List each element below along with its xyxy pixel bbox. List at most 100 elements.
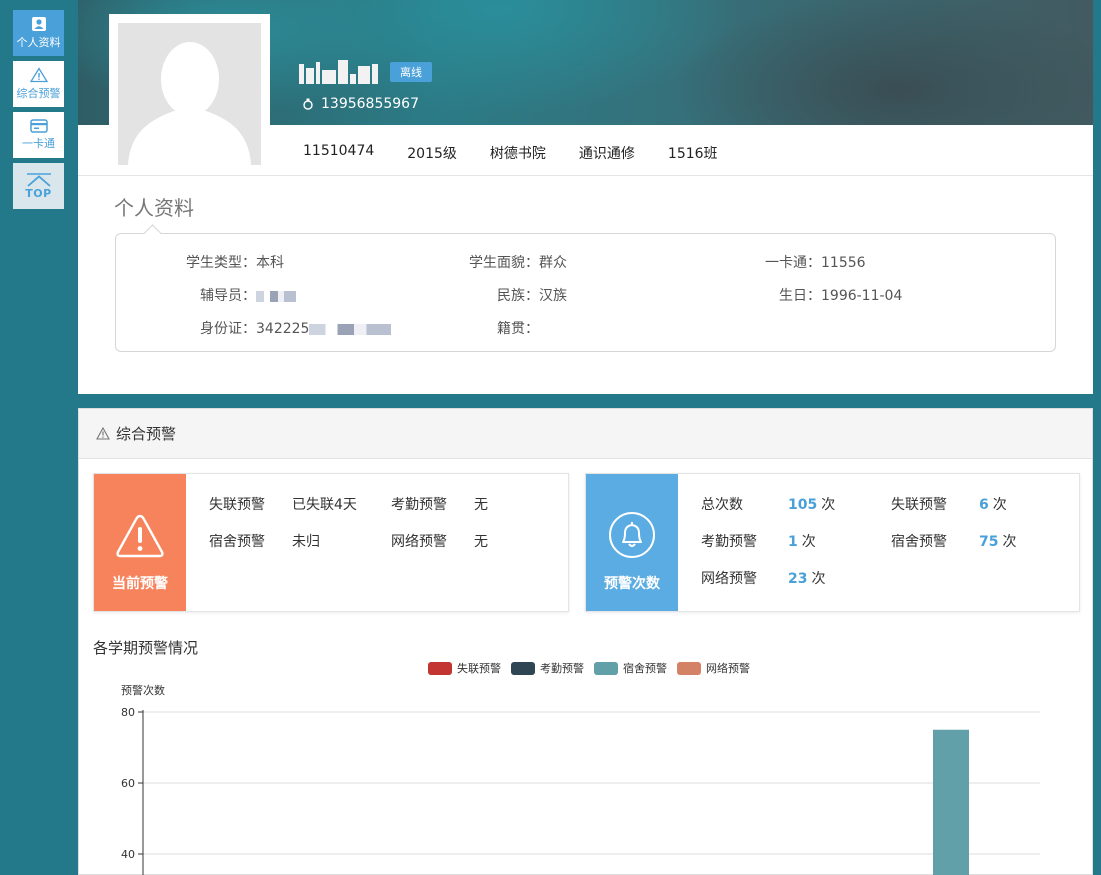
warning-triangle-icon (96, 427, 110, 440)
student-type-value: 本科 (256, 255, 284, 271)
political-label: 学生面貌： (469, 255, 539, 271)
nav-profile-label: 个人资料 (16, 36, 61, 49)
total-count-label: 总次数 (701, 497, 743, 513)
counselor-label: 辅导员： (200, 288, 256, 304)
bar-宿舍预警[interactable] (933, 729, 969, 875)
student-id: 11510474 (303, 143, 375, 159)
lost-contact-label: 失联预警 (209, 497, 265, 513)
bell-icon (609, 512, 655, 558)
dorm-count-field: 75 次 (979, 531, 1016, 551)
network-value: 无 (474, 534, 488, 550)
warning-triangle-icon (29, 67, 48, 83)
legend-item-lost-contact[interactable]: 失联预警 (428, 660, 501, 676)
y-axis-title: 预警次数 (121, 683, 165, 697)
unit: 次 (821, 497, 836, 513)
college: 树德书院 (489, 146, 546, 162)
dorm-label: 宿舍预警 (209, 534, 265, 550)
current-warning-label: 当前预警 (112, 576, 168, 592)
student-name-row: 离线 (299, 60, 432, 84)
legend-swatch (428, 661, 452, 675)
native-place-field: 籍贯： (497, 318, 539, 338)
id-card-field: 身份证：342225 (200, 318, 392, 338)
total-count-value: 105 (788, 497, 818, 513)
warning-count-tile: 预警次数 (586, 474, 678, 611)
default-avatar-icon (118, 23, 261, 165)
warning-count-label: 预警次数 (604, 576, 660, 592)
avatar (118, 23, 261, 165)
y-tick-label: 40 (121, 848, 135, 861)
phone-number: 13956855967 (321, 96, 419, 112)
birthday-field: 生日：1996-11-04 (779, 285, 902, 305)
legend-label: 宿舍预警 (623, 662, 667, 675)
legend-item-dorm[interactable]: 宿舍预警 (594, 660, 667, 676)
unit: 次 (801, 534, 816, 550)
student-type-label: 学生类型： (186, 255, 256, 271)
nav-warning-label: 综合预警 (16, 87, 61, 100)
legend-item-network[interactable]: 网络预警 (677, 660, 750, 676)
online-status-badge: 离线 (390, 62, 432, 82)
dorm-value: 未归 (292, 534, 320, 550)
legend-swatch (677, 661, 701, 675)
y-tick-label: 80 (121, 706, 135, 719)
profile-card-icon (31, 17, 46, 31)
warning-card: 综合预警 当前预警 失联预警 已失联4天 考勤预警 无 宿舍预警 未归 网络预警… (78, 408, 1093, 875)
ethnicity-value: 汉族 (539, 288, 567, 304)
section-title: 个人资料 (114, 196, 194, 220)
y-tick-label: 60 (121, 777, 135, 790)
card-label: 一卡通： (765, 255, 821, 271)
legend-item-attendance[interactable]: 考勤预警 (511, 660, 584, 676)
unit: 次 (811, 571, 826, 587)
card-value: 11556 (821, 255, 866, 271)
legend-label: 失联预警 (457, 662, 501, 675)
unit: 次 (992, 497, 1007, 513)
id-card-prefix: 342225 (256, 321, 310, 337)
legend-swatch (594, 661, 618, 675)
alert-triangle-icon (116, 514, 164, 558)
network-count-label: 网络预警 (701, 571, 757, 587)
side-nav: 个人资料 综合预警 一卡通 TOP (13, 10, 64, 214)
card-field: 一卡通：11556 (765, 252, 866, 272)
counselor-field: 辅导员： (200, 285, 296, 305)
warning-title: 综合预警 (116, 425, 177, 443)
avatar-frame (109, 14, 270, 174)
divider (78, 175, 1093, 176)
attendance-count-label: 考勤预警 (701, 534, 757, 550)
dorm-count-label: 宿舍预警 (891, 534, 947, 550)
back-to-top-button[interactable]: TOP (13, 163, 64, 209)
unit: 次 (1002, 534, 1017, 550)
legend-label: 考勤预警 (540, 662, 584, 675)
student-name-redacted (299, 60, 378, 84)
back-to-top-label: TOP (25, 186, 52, 200)
student-type-field: 学生类型：本科 (186, 252, 284, 272)
phone-row: 13956855967 (303, 96, 419, 112)
network-count-value: 23 (788, 571, 808, 587)
profile-info-box: 学生类型：本科 学生面貌：群众 一卡通：11556 辅导员： 民族：汉族 生日：… (115, 233, 1056, 352)
nav-profile-button[interactable]: 个人资料 (13, 10, 64, 56)
nav-card-label: 一卡通 (22, 137, 55, 150)
legend-swatch (511, 661, 535, 675)
chart-title: 各学期预警情况 (93, 639, 199, 657)
total-count-field: 105 次 (788, 494, 835, 514)
id-card-label: 身份证： (200, 321, 256, 337)
warning-header: 综合预警 (79, 409, 1092, 459)
nav-warning-button[interactable]: 综合预警 (13, 61, 64, 107)
ethnicity-label: 民族： (497, 288, 539, 304)
lost-contact-count-value: 6 (979, 497, 989, 513)
nav-card-button[interactable]: 一卡通 (13, 112, 64, 158)
native-place-label: 籍贯： (497, 321, 539, 337)
id-card-redacted (309, 323, 392, 335)
lost-contact-value: 已失联4天 (292, 497, 357, 513)
network-label: 网络预警 (391, 534, 447, 550)
dorm-count-value: 75 (979, 534, 999, 550)
birthday-value: 1996-11-04 (821, 288, 903, 304)
counselor-value-redacted (256, 290, 296, 302)
legend-label: 网络预警 (706, 662, 750, 675)
political-field: 学生面貌：群众 (469, 252, 567, 272)
major: 通识通修 (578, 146, 635, 162)
warning-bar-chart: 预警次数 80 60 40 (121, 683, 1040, 875)
card-icon (29, 119, 48, 133)
attendance-count-value: 1 (788, 534, 798, 550)
network-count-field: 23 次 (788, 568, 825, 588)
attendance-value: 无 (474, 497, 488, 513)
current-warning-tile: 当前预警 (94, 474, 186, 611)
